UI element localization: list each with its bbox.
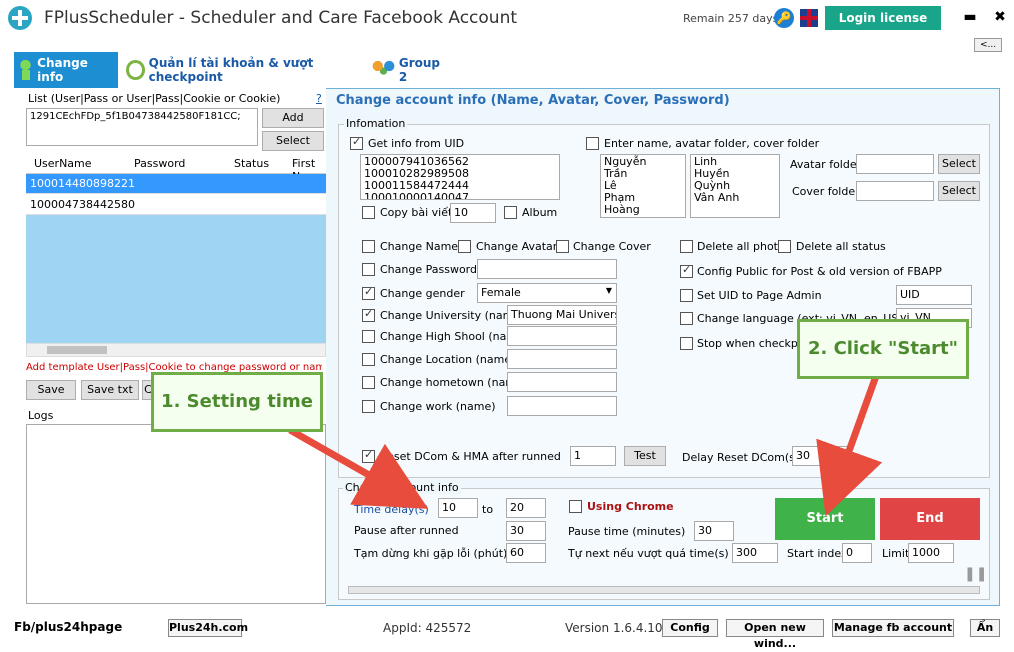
callout-setting-time: 1. Setting time	[151, 372, 323, 432]
site-link[interactable]: Plus24h.com	[168, 619, 248, 637]
open-new-window-button[interactable]: Open new wind...	[726, 619, 824, 650]
appid-label: AppId: 425572	[383, 621, 472, 635]
fb-page-label: Fb/plus24hpage	[14, 620, 123, 634]
manage-fb-account-button[interactable]: Manage fb account	[832, 619, 954, 637]
config-button[interactable]: Config	[662, 619, 718, 637]
arrow-to-time-delay	[288, 426, 429, 509]
arrow-to-start	[816, 374, 883, 517]
callout-click-start: 2. Click "Start"	[797, 319, 969, 379]
hide-button[interactable]: Ẩn	[970, 619, 1000, 637]
version-label: Version 1.6.4.10	[565, 621, 663, 635]
